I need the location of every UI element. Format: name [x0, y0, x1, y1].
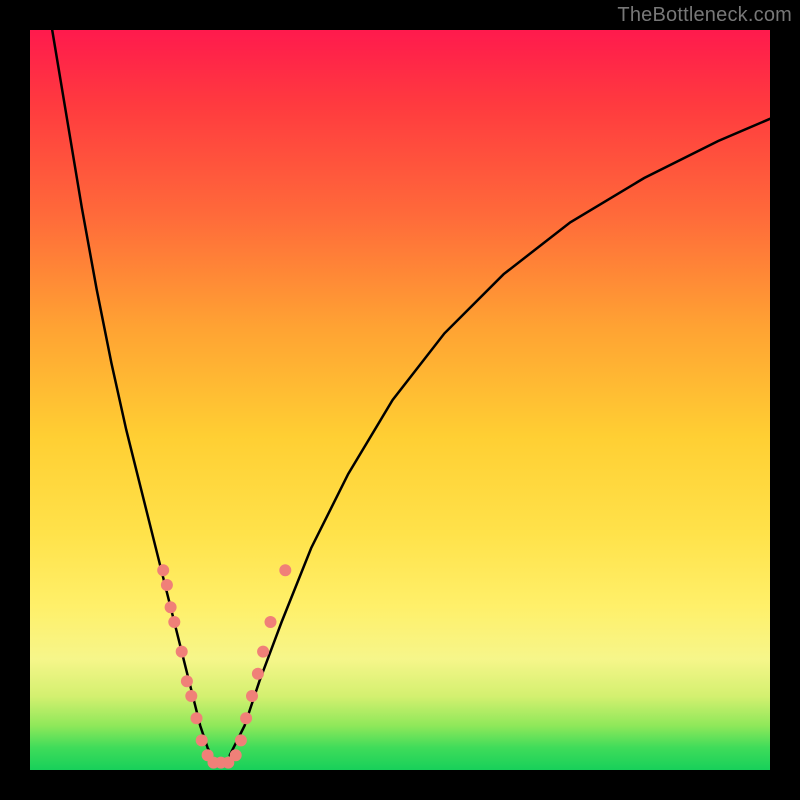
scatter-point [279, 564, 291, 576]
scatter-point [252, 668, 264, 680]
curve-left-branch [52, 30, 215, 763]
scatter-point [157, 564, 169, 576]
scatter-point [265, 616, 277, 628]
scatter-point [240, 712, 252, 724]
curve-right-branch [230, 119, 770, 755]
scatter-point [161, 579, 173, 591]
scatter-group [157, 564, 291, 768]
scatter-point [191, 712, 203, 724]
chart-svg [30, 30, 770, 770]
chart-frame: TheBottleneck.com [0, 0, 800, 800]
scatter-point [181, 675, 193, 687]
scatter-point [168, 616, 180, 628]
scatter-point [165, 601, 177, 613]
scatter-point [176, 646, 188, 658]
scatter-point [257, 646, 269, 658]
curve-group [52, 30, 770, 763]
scatter-point [246, 690, 258, 702]
scatter-point [235, 734, 247, 746]
scatter-point [230, 749, 242, 761]
watermark-text: TheBottleneck.com [617, 4, 792, 27]
plot-area [30, 30, 770, 770]
scatter-point [185, 690, 197, 702]
scatter-point [196, 734, 208, 746]
